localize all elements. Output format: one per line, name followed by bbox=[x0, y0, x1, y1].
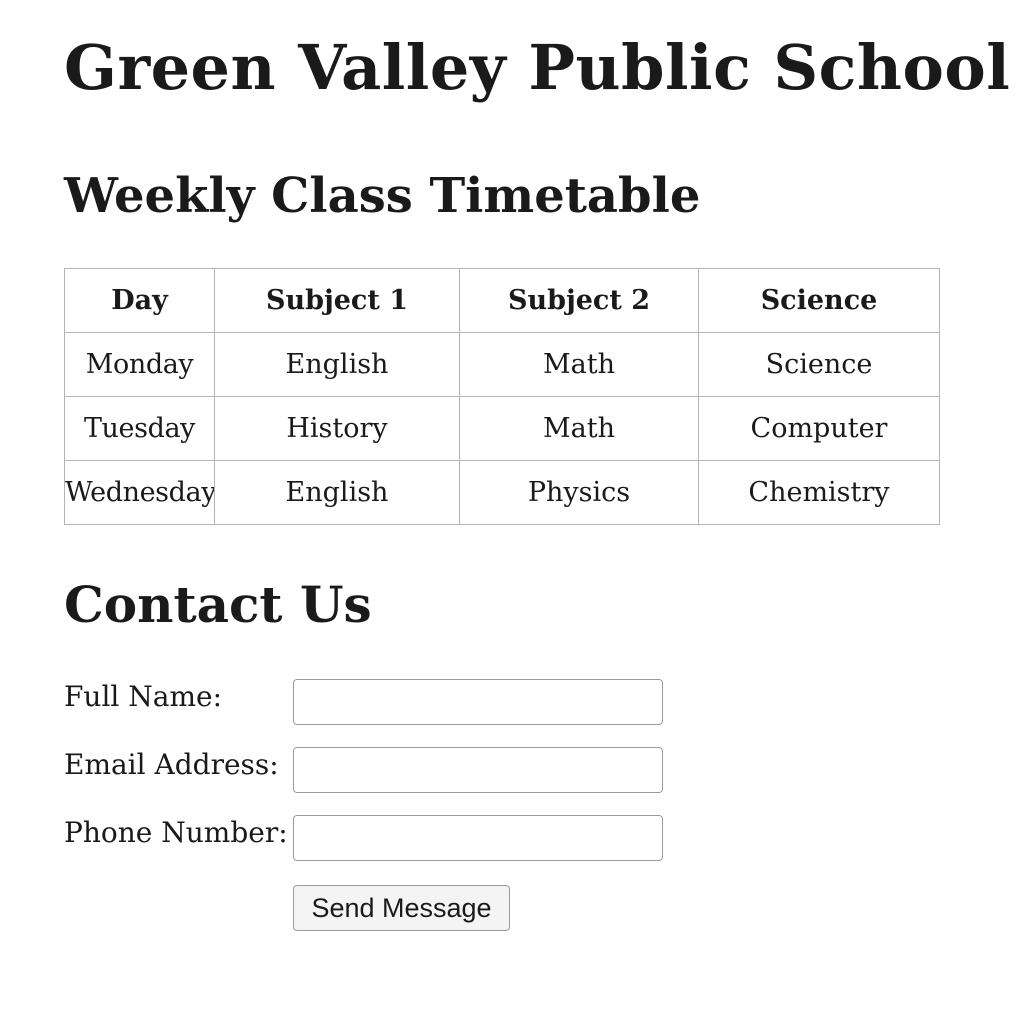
table-cell-subject-2: Math bbox=[459, 332, 699, 397]
phone-row: Phone Number: bbox=[64, 815, 664, 861]
full-name-label: Full Name: bbox=[64, 680, 223, 713]
table-cell-science: Computer bbox=[698, 396, 940, 461]
column-header-subject-1: Subject 1 bbox=[214, 268, 460, 333]
full-name-input[interactable] bbox=[293, 679, 663, 725]
page-title: Green Valley Public School bbox=[64, 31, 1011, 104]
table-cell-subject-2: Math bbox=[459, 396, 699, 461]
table-row: Tuesday History Math Computer bbox=[64, 396, 940, 461]
column-header-science: Science bbox=[698, 268, 940, 333]
column-header-day: Day bbox=[64, 268, 215, 333]
timetable-heading: Weekly Class Timetable bbox=[64, 168, 701, 224]
table-cell-subject-1: English bbox=[214, 460, 460, 525]
table-header-row: Day Subject 1 Subject 2 Science bbox=[64, 268, 940, 333]
table-cell-day: Tuesday bbox=[64, 396, 215, 461]
phone-input[interactable] bbox=[293, 815, 663, 861]
table-cell-science: Chemistry bbox=[698, 460, 940, 525]
full-name-row: Full Name: bbox=[64, 679, 664, 725]
table-cell-subject-1: English bbox=[214, 332, 460, 397]
email-label: Email Address: bbox=[64, 748, 279, 781]
column-header-subject-2: Subject 2 bbox=[459, 268, 699, 333]
send-message-button[interactable]: Send Message bbox=[293, 885, 510, 931]
email-input[interactable] bbox=[293, 747, 663, 793]
contact-heading: Contact Us bbox=[64, 575, 372, 634]
table-cell-day: Monday bbox=[64, 332, 215, 397]
table-row: Wednesday English Physics Chemistry bbox=[64, 460, 940, 525]
email-row: Email Address: bbox=[64, 747, 664, 793]
table-row: Monday English Math Science bbox=[64, 332, 940, 397]
phone-label: Phone Number: bbox=[64, 816, 288, 849]
table-cell-subject-1: History bbox=[214, 396, 460, 461]
table-cell-science: Science bbox=[698, 332, 940, 397]
table-cell-day: Wednesday bbox=[64, 460, 215, 525]
table-cell-subject-2: Physics bbox=[459, 460, 699, 525]
timetable: Day Subject 1 Subject 2 Science Monday E… bbox=[64, 268, 940, 525]
